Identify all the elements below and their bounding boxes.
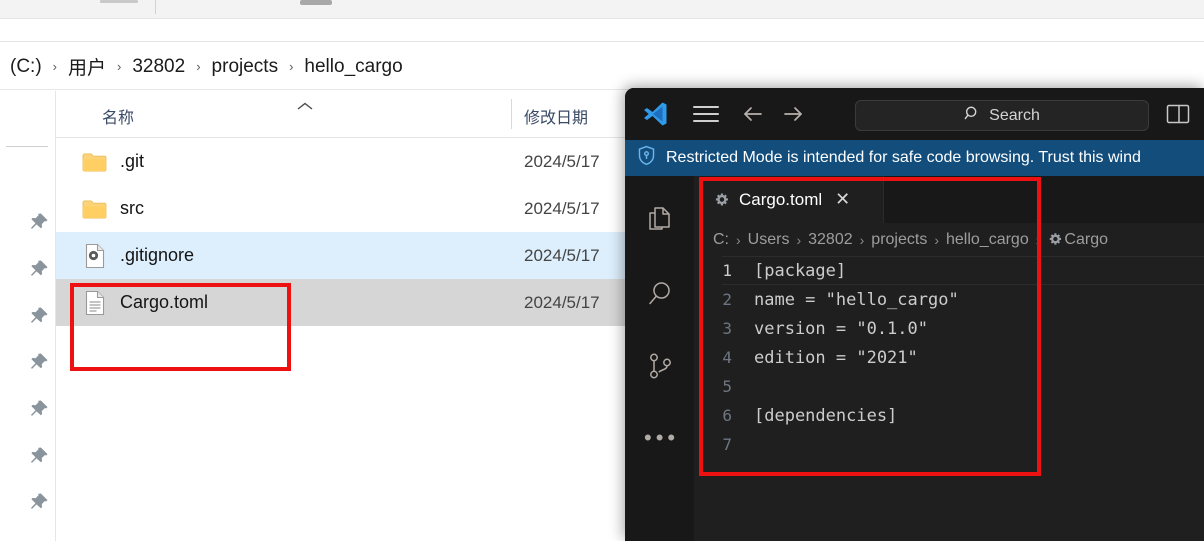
column-header-date-modified[interactable]: 修改日期 <box>524 104 588 128</box>
pin-icon[interactable] <box>29 399 49 419</box>
breadcrumb-separator: › <box>796 231 802 248</box>
toggle-panel-icon[interactable] <box>1165 102 1191 126</box>
vscode-window: Search Restricted Mode is intended for s… <box>625 88 1204 541</box>
file-date-modified: 2024/5/17 <box>524 245 600 265</box>
editor-breadcrumb-projects[interactable]: projects <box>871 231 927 249</box>
line-content: edition = "2021" <box>754 347 918 368</box>
restricted-mode-text: Restricted Mode is intended for safe cod… <box>666 149 1141 166</box>
navigation-pane-rail <box>0 91 56 541</box>
screen-root: (C:) › 用户 › 32802 › projects › hello_car… <box>0 0 1204 541</box>
close-icon[interactable]: ✕ <box>835 189 850 210</box>
toolbar-button-partial-1[interactable] <box>100 0 138 3</box>
arrow-left-icon[interactable] <box>739 100 767 128</box>
vscode-activity-bar: ••• <box>625 176 694 541</box>
breadcrumb-item-users[interactable]: 用户 <box>64 51 110 82</box>
file-name: .gitignore <box>120 245 195 265</box>
arrow-right-icon[interactable] <box>779 100 807 128</box>
files-icon[interactable] <box>644 204 676 236</box>
breadcrumb-separator: › <box>196 59 201 74</box>
pin-icon[interactable] <box>29 212 49 232</box>
line-number: 6 <box>722 406 732 425</box>
sort-ascending-icon <box>294 100 316 114</box>
breadcrumb-separator: › <box>934 231 939 248</box>
line-content: name = "hello_cargo" <box>754 289 959 310</box>
code-line: 6 [dependencies] <box>694 401 1204 430</box>
explorer-toolbar-strip <box>0 0 1204 19</box>
vscode-editor-area: Cargo.toml ✕ C: › Users › 32802 › projec… <box>694 176 1204 541</box>
line-number: 2 <box>722 290 732 309</box>
magnifier-icon[interactable] <box>644 277 676 309</box>
editor-breadcrumb-users[interactable]: Users <box>748 231 790 249</box>
hamburger-menu-icon[interactable] <box>693 101 719 127</box>
breadcrumb[interactable]: (C:) › 用户 › 32802 › projects › hello_car… <box>0 44 1204 90</box>
column-divider <box>511 99 512 129</box>
config-file-icon <box>82 243 108 269</box>
breadcrumb-separator: › <box>52 59 57 74</box>
code-line: 7 <box>694 430 1204 459</box>
file-name: .git <box>120 151 145 171</box>
file-date-modified: 2024/5/17 <box>524 198 600 218</box>
code-line: 2 name = "hello_cargo" <box>694 285 1204 314</box>
editor-breadcrumb-hello-cargo[interactable]: hello_cargo <box>946 231 1029 249</box>
breadcrumb-item-hello-cargo[interactable]: hello_cargo <box>300 54 406 80</box>
ellipsis-icon[interactable]: ••• <box>644 423 676 455</box>
source-control-icon[interactable] <box>644 350 676 382</box>
folder-icon <box>82 196 108 222</box>
pin-icon[interactable] <box>29 306 49 326</box>
line-content: [dependencies] <box>754 405 898 426</box>
editor-breadcrumb: C: › Users › 32802 › projects › hello_ca… <box>694 223 1204 256</box>
rail-divider <box>6 146 48 147</box>
column-header-name[interactable]: 名称 <box>102 104 134 128</box>
file-date-modified: 2024/5/17 <box>524 292 600 312</box>
file-name: Cargo.toml <box>120 292 209 312</box>
document-file-icon <box>82 290 108 316</box>
code-line: 5 <box>694 372 1204 401</box>
folder-icon <box>82 149 108 175</box>
line-number: 1 <box>722 261 732 280</box>
tab-label: Cargo.toml <box>739 189 823 209</box>
vscode-title-bar: Search <box>625 88 1204 140</box>
line-number: 4 <box>722 348 732 367</box>
shield-icon <box>637 145 656 171</box>
toml-gear-icon <box>713 191 730 208</box>
tab-cargo-toml[interactable]: Cargo.toml ✕ <box>694 176 884 223</box>
file-date-modified: 2024/5/17 <box>524 151 600 171</box>
search-input[interactable]: Search <box>855 100 1149 131</box>
line-content: version = "0.1.0" <box>754 318 928 339</box>
breadcrumb-item-projects[interactable]: projects <box>208 54 283 80</box>
code-line: 4 edition = "2021" <box>694 343 1204 372</box>
editor-breadcrumb-user[interactable]: 32802 <box>808 231 853 249</box>
breadcrumb-separator: › <box>859 231 865 248</box>
breadcrumb-item-user[interactable]: 32802 <box>128 54 189 80</box>
search-placeholder-label: Search <box>989 106 1040 124</box>
editor-breadcrumb-drive[interactable]: C: <box>713 231 729 249</box>
toolbar-separator <box>155 0 156 14</box>
restricted-mode-banner: Restricted Mode is intended for safe cod… <box>625 140 1204 176</box>
code-line: 1 [package] <box>694 256 1204 285</box>
pin-icon[interactable] <box>29 446 49 466</box>
breadcrumb-item-drive[interactable]: (C:) <box>6 54 46 80</box>
editor-tab-bar: Cargo.toml ✕ <box>694 176 1204 223</box>
line-number: 3 <box>722 319 732 338</box>
code-editor[interactable]: 1 [package] 2 name = "hello_cargo" 3 ver… <box>694 256 1204 541</box>
file-name: src <box>120 198 144 218</box>
magnifier-icon <box>964 105 981 127</box>
line-number: 5 <box>722 377 732 396</box>
breadcrumb-separator: › <box>736 231 741 248</box>
toml-gear-icon <box>1047 231 1064 248</box>
line-content: [package] <box>754 260 847 281</box>
toolbar-button-partial-2[interactable] <box>300 0 332 5</box>
explorer-secondary-band <box>0 19 1204 42</box>
breadcrumb-separator: › <box>1035 231 1041 248</box>
code-line: 3 version = "0.1.0" <box>694 314 1204 343</box>
pin-icon[interactable] <box>29 492 49 512</box>
pin-icon[interactable] <box>29 352 49 372</box>
vscode-logo-icon <box>639 99 669 129</box>
breadcrumb-separator: › <box>117 59 122 74</box>
pin-icon[interactable] <box>29 259 49 279</box>
editor-breadcrumb-file[interactable]: Cargo <box>1064 231 1108 249</box>
line-number: 7 <box>722 435 732 454</box>
breadcrumb-separator: › <box>289 59 294 74</box>
